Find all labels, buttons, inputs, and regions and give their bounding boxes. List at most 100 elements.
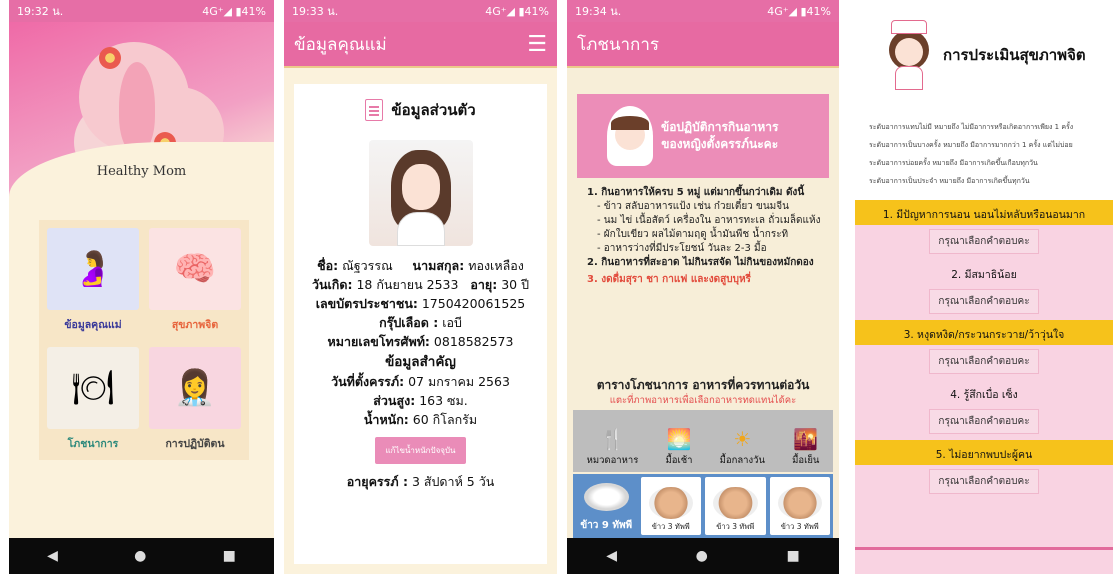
status-bar: 19:33 น. 4G⁺◢ ▮41%: [284, 0, 557, 22]
food-caption: ข้าว 3 ทัพพี: [780, 522, 819, 531]
app-bar: ข้อมูลคุณแม่ ☰: [284, 22, 557, 68]
menu-tile-label: ข้อมูลคุณแม่: [64, 319, 122, 331]
hero-banner: Healthy Mom: [9, 22, 274, 197]
blood-value: เอบี: [442, 315, 462, 330]
fork-knife-icon: 🍴: [600, 427, 625, 451]
blood-label: กรุ๊ปเลือด :: [379, 315, 439, 330]
back-icon[interactable]: ◀: [47, 548, 58, 564]
name-value: ณัฐวรรณ: [342, 258, 393, 273]
rice-plate-icon: [648, 487, 693, 519]
nutrition-banner: ข้อปฏิบัติการกินอาหาร ของหญิงตั้งครรภ์นะ…: [577, 94, 829, 178]
status-network: 4G⁺◢ ▮41%: [485, 4, 549, 18]
menu-tile-mental-health[interactable]: 🧠 สุขภาพจิต: [149, 228, 241, 333]
weight-row: น้ำหนัก: 60 กิโลกรัม: [294, 410, 547, 429]
section-title: ข้อมูลส่วนตัว: [391, 101, 476, 119]
pregnancy-date-value: 07 มกราคม 2563: [408, 374, 510, 389]
status-bar: 19:32 น. 4G⁺◢ ▮41%: [9, 0, 274, 22]
recents-icon[interactable]: ■: [786, 548, 799, 564]
menu-tile-self-care[interactable]: 👩‍⚕ การปฏิบัติตน: [149, 347, 241, 452]
answer-select-button[interactable]: กรุณาเลือกคำตอบคะ: [929, 229, 1039, 254]
phone-value: 0818582573: [433, 334, 514, 349]
name-row: ชื่อ: ณัฐวรรณ นามสกุล: ทองเหลือง: [294, 256, 547, 275]
phone-label: หมายเลขโทรศัพท์:: [327, 334, 430, 349]
rule-subitem: - ผักใบเขียว ผลไม้ตามฤดู น้ำมันพืช น้ำกร…: [597, 229, 789, 240]
meal-header-row: 🍴 หมวดอาหาร 🌅 มื้อเช้า ☀ มื้อกลางวัน 🌇 ม…: [573, 410, 833, 472]
question-list: 1. มีปัญหาการนอน นอนไม่หลับหรือนอนมาก กร…: [855, 200, 1113, 500]
menu-grid: 🤰 ข้อมูลคุณแม่ 🧠 สุขภาพจิต 🍽 โภชนาการ 👩‍…: [39, 220, 249, 460]
home-icon[interactable]: ●: [696, 548, 708, 564]
avatar: [368, 140, 473, 246]
food-lunch[interactable]: ข้าว 3 ทัพพี: [705, 477, 766, 535]
meal-header-category: 🍴 หมวดอาหาร: [587, 427, 639, 468]
severity-legend: ระดับอาการแทบไม่มี หมายถึง ไม่มีอาการหรื…: [855, 110, 1113, 200]
answer-select-button[interactable]: กรุณาเลือกคำตอบคะ: [929, 409, 1039, 434]
status-time: 19:32 น.: [17, 5, 64, 18]
food-category-rice: ข้าว 9 ทัพพี: [576, 477, 637, 535]
food-breakfast[interactable]: ข้าว 3 ทัพพี: [640, 477, 701, 535]
document-icon: [365, 99, 384, 121]
meal-label: มื้อกลางวัน: [719, 455, 765, 466]
answer-select-button[interactable]: กรุณาเลือกคำตอบคะ: [929, 349, 1039, 374]
rule-subitem: - อาหารว่างที่มีประโยชน์ วันละ 2-3 มื้อ: [597, 243, 767, 254]
height-label: ส่วนสูง:: [373, 393, 416, 408]
pregnant-woman-icon: 🤰: [47, 228, 139, 310]
rice-bowl-icon: [584, 483, 629, 511]
pregnant-silhouette-icon: [119, 62, 155, 152]
name-label: ชื่อ:: [317, 258, 339, 273]
android-nav-bar: ◀ ● ■: [567, 538, 839, 574]
question-block: 1. มีปัญหาการนอน นอนไม่หลับหรือนอนมาก กร…: [855, 200, 1113, 260]
app-bar: โภชนาการ: [567, 22, 839, 68]
gestational-age-label: อายุครรภ์ :: [346, 474, 408, 489]
food-caption: ข้าว 3 ทัพพี: [716, 522, 755, 531]
menu-icon[interactable]: ☰: [527, 32, 547, 57]
rice-plate-icon: [713, 487, 758, 519]
meal-header-breakfast: 🌅 มื้อเช้า: [665, 427, 692, 468]
android-nav-bar: ◀ ● ■: [9, 538, 274, 574]
banner-line: ข้อปฏิบัติการกินอาหาร: [661, 120, 779, 134]
home-icon[interactable]: ●: [134, 548, 146, 564]
banner-text: ข้อปฏิบัติการกินอาหาร ของหญิงตั้งครรภ์นะ…: [661, 119, 778, 153]
surname-value: ทองเหลือง: [468, 258, 524, 273]
answer-select-button[interactable]: กรุณาเลือกคำตอบคะ: [929, 469, 1039, 494]
question-text: 5. ไม่อยากพบปะผู้คน: [855, 440, 1113, 465]
dob-value: 18 กันยายน 2533: [356, 277, 459, 292]
weight-label: น้ำหนัก:: [363, 412, 409, 427]
section-header: ข้อมูลส่วนตัว: [294, 98, 547, 122]
surname-label: นามสกุล:: [412, 258, 465, 273]
menu-tile-label: โภชนาการ: [67, 438, 119, 450]
legend-item: ระดับอาการบ่อยครั้ง หมายถึง มีอาการเกิดข…: [869, 159, 1038, 167]
page-title: โภชนาการ: [577, 34, 660, 55]
menu-tile-label: การปฏิบัติตน: [165, 438, 225, 450]
edit-weight-button[interactable]: แก้ไขน้ำหนักปัจจุบัน: [375, 437, 466, 464]
sun-icon: ☀: [733, 427, 752, 451]
dob-row: วันเกิด: 18 กันยายน 2533 อายุ: 30 ปี: [294, 275, 547, 294]
status-network: 4G⁺◢ ▮41%: [767, 4, 831, 18]
age-label: อายุ:: [470, 277, 498, 292]
meal-label: มื้อเช้า: [665, 455, 693, 466]
recents-icon[interactable]: ■: [223, 548, 236, 564]
food-dinner[interactable]: ข้าว 3 ทัพพี: [769, 477, 830, 535]
legend-item: ระดับอาการเป็นประจำ หมายถึง มีอาการเกิดข…: [869, 177, 1030, 185]
menu-tile-mother-info[interactable]: 🤰 ข้อมูลคุณแม่: [47, 228, 139, 333]
doctor-patients-icon: 👩‍⚕: [149, 347, 241, 429]
menu-tile-label: สุขภาพจิต: [171, 319, 219, 331]
question-text: 3. หงุดหงิด/กระวนกระวาย/ว้าวุ่นใจ: [855, 320, 1113, 345]
gestational-age-row: อายุครรภ์ : 3 สัปดาห์ 5 วัน: [294, 472, 547, 491]
menu-tile-nutrition[interactable]: 🍽 โภชนาการ: [47, 347, 139, 452]
banner-line: ของหญิงตั้งครรภ์นะคะ: [661, 137, 779, 151]
height-row: ส่วนสูง: 163 ซม.: [294, 391, 547, 410]
rule-subitem: - นม ไข่ เนื้อสัตว์ เครื่องใน อาหารทะเล …: [597, 215, 821, 226]
meal-label: มื้อเย็น: [792, 455, 820, 466]
question-text: 1. มีปัญหาการนอน นอนไม่หลับหรือนอนมาก: [855, 200, 1113, 225]
rule-item: 3. งดดื่มสุรา ชา กาแฟ และงดสูบบุหรี่: [587, 274, 751, 285]
question-block: 4. รู้สึกเบื่อ เซ็ง กรุณาเลือกคำตอบคะ: [855, 380, 1113, 440]
mental-health-screen: การประเมินสุขภาพจิต ระดับอาการแทบไม่มี ห…: [855, 0, 1113, 574]
answer-select-button[interactable]: กรุณาเลือกคำตอบคะ: [929, 289, 1039, 314]
dob-label: วันเกิด:: [311, 277, 353, 292]
legend-item: ระดับอาการแทบไม่มี หมายถึง ไม่มีอาการหรื…: [869, 123, 1074, 131]
question-block: 2. มีสมาธิน้อย กรุณาเลือกคำตอบคะ: [855, 260, 1113, 320]
phone-row: หมายเลขโทรศัพท์: 0818582573: [294, 332, 547, 351]
meal-header-dinner: 🌇 มื้อเย็น: [792, 427, 819, 468]
nurse-icon: [607, 106, 653, 166]
back-icon[interactable]: ◀: [606, 548, 617, 564]
